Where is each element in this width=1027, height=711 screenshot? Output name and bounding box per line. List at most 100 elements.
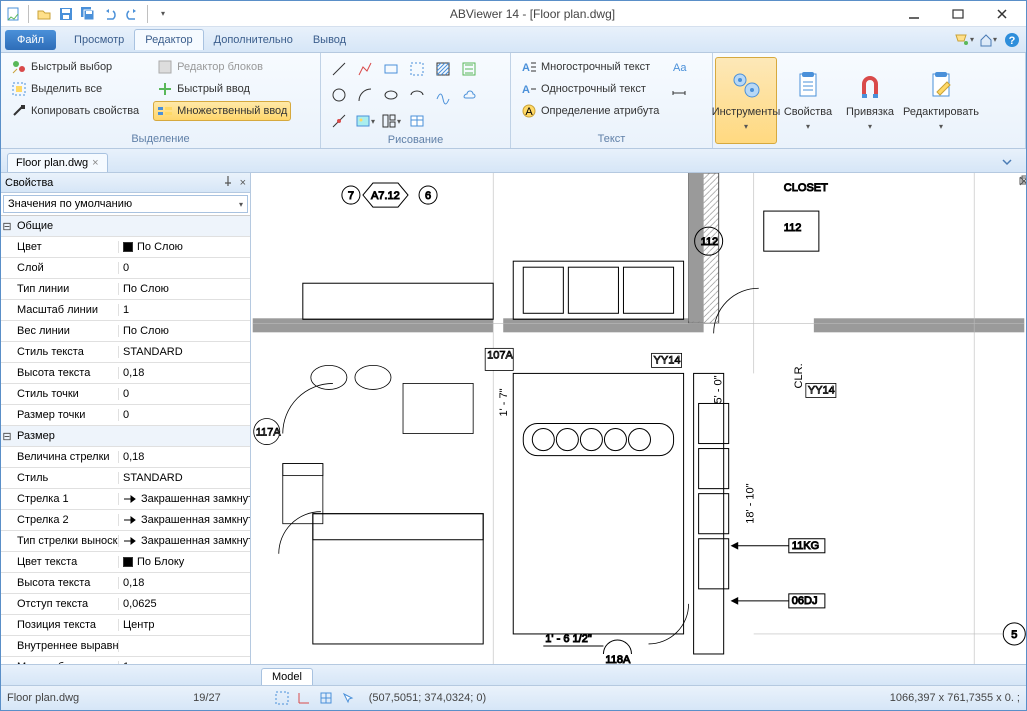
prop-section[interactable]: ⊟Общие [1,216,250,237]
redo-icon[interactable] [122,4,142,24]
minimize-button[interactable] [892,2,936,26]
circle-icon[interactable] [327,83,351,107]
tab-overflow-icon[interactable] [1000,155,1014,172]
text-style-icon[interactable]: Aa [669,57,689,77]
undo-icon[interactable] [100,4,120,24]
axis-icon[interactable] [297,691,311,705]
spline-icon[interactable] [431,83,455,107]
help-icon[interactable]: ? [1002,30,1022,50]
prop-row[interactable]: Слой0 [1,258,250,279]
copy-props-button[interactable]: Копировать свойства [7,101,143,121]
viewport-icon[interactable]: ▾ [379,109,403,133]
close-button[interactable] [980,2,1024,26]
select-all-button[interactable]: Выделить все [7,79,143,99]
properties-button[interactable]: Свойства▾ [777,57,839,144]
attrdef-button[interactable]: AОпределение атрибута [517,101,663,121]
prop-row[interactable]: Стрелка 1Закрашенная замкнутая [1,489,250,510]
multi-input-button[interactable]: Множественный ввод [153,101,291,121]
mtext-button[interactable]: AМногострочный текст [517,57,663,77]
prop-row[interactable]: Масштаб линии1 [1,300,250,321]
open-icon[interactable] [34,4,54,24]
property-grid[interactable]: ⊟ОбщиеЦветПо СлоюСлой0Тип линииПо СлоюМа… [1,215,250,664]
close-panel-icon[interactable]: × [240,177,246,189]
prop-row[interactable]: Цвет текстаПо Блоку [1,552,250,573]
qat-dropdown-icon[interactable]: ▾ [153,4,173,24]
title-bar: ▾ ABViewer 14 - [Floor plan.dwg] [1,1,1026,27]
prop-key: Величина стрелки [13,451,119,463]
tools-button[interactable]: Инструменты▾ [715,57,777,144]
ribbon: Быстрый выбор Выделить все Копировать св… [1,53,1026,149]
prop-row[interactable]: Тип линииПо Слою [1,279,250,300]
file-menu[interactable]: Файл [5,30,56,50]
prop-row[interactable]: Высота текста0,18 [1,573,250,594]
cursor-icon[interactable] [341,691,355,705]
file-tab[interactable]: Floor plan.dwg × [7,153,108,172]
close-tab-icon[interactable]: × [92,157,98,169]
polyline-icon[interactable] [353,57,377,81]
line-icon[interactable] [327,57,351,81]
grid-status-icon[interactable] [319,691,333,705]
panel-header: Свойства × [1,173,250,193]
prop-row[interactable]: Стиль текстаSTANDARD [1,342,250,363]
ellipse-icon[interactable] [379,83,403,107]
hatch-icon[interactable] [431,57,455,81]
defaults-dropdown[interactable]: Значения по умолчанию ▾ [3,195,248,213]
arrow-icon [123,515,137,525]
dim-style-icon[interactable] [669,83,689,103]
multi-input-label: Множественный ввод [177,105,287,117]
maximize-button[interactable] [936,2,980,26]
tab-view[interactable]: Просмотр [64,30,134,50]
prop-value: По Слою [137,241,183,253]
prop-row[interactable]: Позиция текстаЦентр [1,615,250,636]
prop-section[interactable]: ⊟Размер [1,426,250,447]
block-editor-button[interactable]: Редактор блоков [153,57,291,77]
prop-row[interactable]: Отступ текста0,0625 [1,594,250,615]
new-icon[interactable] [3,4,23,24]
snap-button[interactable]: Привязка▾ [839,57,901,144]
image-icon[interactable]: ▾ [353,109,377,133]
collapse-icon[interactable]: ⊟ [1,430,13,443]
prop-row[interactable]: Размер точки0 [1,405,250,426]
file-tab-label: Floor plan.dwg [16,157,88,169]
prop-row[interactable]: Стрелка 2Закрашенная замкнутая [1,510,250,531]
quick-select-button[interactable]: Быстрый выбор [7,57,143,77]
pin-icon[interactable] [222,175,234,190]
tab-output[interactable]: Вывод [303,30,356,50]
ellipse-arc-icon[interactable] [405,83,429,107]
collapse-icon[interactable]: ⊟ [1,220,13,233]
prop-key: Вес линии [13,325,119,337]
prop-row[interactable]: ЦветПо Слою [1,237,250,258]
stext-label: Однострочный текст [541,83,646,95]
prop-row[interactable]: Тип стрелки выноскиЗакрашенная замкнутая [1,531,250,552]
table-icon[interactable] [405,109,429,133]
select-rect-icon[interactable] [405,57,429,81]
stext-button[interactable]: AОднострочный текст [517,79,663,99]
prop-row[interactable]: Стиль точки0 [1,384,250,405]
rect-icon[interactable] [379,57,403,81]
tips-icon[interactable]: ▾ [954,30,974,50]
quick-input-button[interactable]: Быстрый ввод [153,79,291,99]
arc-icon[interactable] [353,83,377,107]
save-icon[interactable] [56,4,76,24]
model-tab[interactable]: Model [261,668,313,685]
prop-row[interactable]: Величина стрелки0,18 [1,447,250,468]
svg-text:1' - 6 1/2": 1' - 6 1/2" [545,633,592,645]
prop-row[interactable]: Высота текста0,18 [1,363,250,384]
saveall-icon[interactable] [78,4,98,24]
point-icon[interactable] [327,109,351,133]
prop-row[interactable]: СтильSTANDARD [1,468,250,489]
prop-row[interactable]: Масштаб размера1 [1,657,250,664]
zoom-extents-icon[interactable] [275,691,289,705]
tab-editor[interactable]: Редактор [134,29,203,50]
attrdef-label: Определение атрибута [541,105,659,117]
document-tabs: Floor plan.dwg × [1,149,1026,173]
prop-row[interactable]: Вес линииПо Слою [1,321,250,342]
hatch2-icon[interactable] [457,57,481,81]
prop-row[interactable]: Внутреннее выравнивание [1,636,250,657]
cloud-icon[interactable] [457,83,481,107]
color-swatch [123,557,133,567]
drawing-canvas[interactable]: CLOSET 112 112 A7.12 7 6 YY14 YY14 107A … [251,173,1026,664]
tab-extra[interactable]: Дополнительно [204,30,303,50]
home-icon[interactable]: ▾ [978,30,998,50]
edit-button[interactable]: Редактировать▾ [901,57,981,144]
